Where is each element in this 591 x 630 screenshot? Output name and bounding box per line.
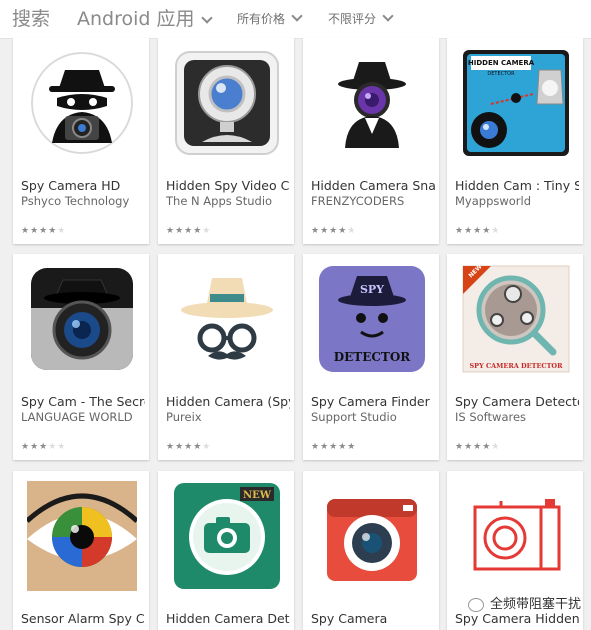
app-title: Spy Cam - The Secret	[21, 394, 145, 409]
app-developer: Myappsworld	[455, 194, 532, 208]
app-card[interactable]: Spy Camera HD Pshyco Technology ★★★★★	[13, 38, 149, 244]
app-title: Spy Camera Hidden	[455, 611, 579, 626]
chevron-down-icon	[291, 10, 303, 22]
app-card[interactable]: Spy Cam - The Secret LANGUAGE WORLD ★★★★…	[13, 254, 149, 460]
app-developer: IS Softwares	[455, 410, 527, 424]
app-title: Hidden Camera Detector	[166, 611, 290, 626]
wechat-logo-icon	[467, 597, 484, 612]
app-developer: Support Studio	[311, 410, 397, 424]
rating-stars: ★★★★★	[21, 442, 67, 452]
app-title: Sensor Alarm Spy Camera	[21, 611, 145, 626]
icon-text: HIDDEN CAMERA	[468, 59, 535, 67]
outline-camera-icon	[461, 481, 571, 591]
rating-stars: ★★★★★	[455, 442, 501, 452]
icon-text: NEW	[243, 490, 272, 501]
spy-cam-icon	[31, 268, 133, 370]
rating-stars: ★★★★★	[311, 442, 357, 452]
app-card[interactable]: Hidden Camera (Spy) Pureix ★★★★★	[158, 254, 294, 460]
price-filter-label: 所有价格	[237, 12, 286, 26]
icon-text: SPY	[360, 283, 384, 296]
watermark: 全频带阻塞干扰	[467, 593, 581, 612]
eye-icon	[27, 481, 137, 591]
app-title: Spy Camera Detector	[455, 394, 579, 409]
chevron-down-icon	[200, 12, 213, 24]
rating-stars: ★★★★★	[166, 226, 212, 236]
price-filter-dropdown[interactable]: 所有价格	[237, 0, 303, 38]
icon-text: SPY CAMERA DETECTOR	[469, 362, 563, 370]
rating-filter-label: 不限评分	[328, 12, 377, 26]
spy-detector-icon: SPY DETECTOR	[319, 266, 425, 372]
watermark-text: 全频带阻塞干扰	[489, 597, 581, 612]
hidden-camera-detector-icon: NEW	[174, 483, 280, 589]
app-card[interactable]: HIDDEN CAMERA DETECTOR Hidden Cam : Tiny…	[447, 38, 583, 244]
hidden-camera-detector-icon: HIDDEN CAMERA DETECTOR	[463, 50, 569, 156]
app-card[interactable]: Hidden Spy Video Camera The N Apps Studi…	[158, 38, 294, 244]
app-card[interactable]: NEW Hidden Camera Detector	[158, 471, 294, 630]
category-label: Android 应用	[77, 8, 195, 30]
spy-agent-icon	[317, 48, 427, 158]
app-title: Hidden Cam : Tiny Spy	[455, 178, 579, 193]
app-developer: FRENZYCODERS	[311, 194, 405, 208]
app-card[interactable]: SPY DETECTOR Spy Camera Finder Support S…	[303, 254, 439, 460]
app-title: Spy Camera Finder	[311, 394, 430, 409]
app-title: Hidden Camera Snap	[311, 178, 435, 193]
app-card[interactable]: Hidden Camera Snap FRENZYCODERS ★★★★★	[303, 38, 439, 244]
rating-stars: ★★★★★	[21, 226, 67, 236]
rating-filter-dropdown[interactable]: 不限评分	[328, 0, 394, 38]
spy-camera-hd-icon	[31, 52, 133, 154]
spy-camera-detector-icon: NEW SPY CAMERA DETECTOR	[462, 264, 570, 373]
hat-glasses-icon	[172, 264, 282, 374]
app-card[interactable]: Spy Camera	[303, 471, 439, 630]
app-title: Spy Camera HD	[21, 178, 121, 193]
icon-text: DETECTOR	[487, 71, 515, 77]
rating-stars: ★★★★★	[455, 226, 501, 236]
red-camera-icon	[317, 481, 427, 591]
webcam-icon	[175, 51, 279, 155]
top-bar: 搜索 Android 应用 所有价格 不限评分	[0, 0, 591, 39]
icon-text: DETECTOR	[334, 350, 412, 364]
app-title: Hidden Spy Video Camera	[166, 178, 290, 193]
app-title: Spy Camera	[311, 611, 388, 626]
search-link[interactable]: 搜索	[12, 0, 50, 38]
app-title: Hidden Camera (Spy)	[166, 394, 290, 409]
app-developer: Pshyco Technology	[21, 194, 130, 208]
category-dropdown[interactable]: Android 应用	[77, 0, 213, 38]
app-developer: LANGUAGE WORLD	[21, 410, 133, 424]
app-card[interactable]: NEW SPY CAMERA DETECTOR Spy Camera Detec…	[447, 254, 583, 460]
app-card[interactable]: Sensor Alarm Spy Camera	[13, 471, 149, 630]
app-developer: The N Apps Studio	[166, 194, 273, 208]
chevron-down-icon	[382, 10, 394, 22]
app-developer: Pureix	[166, 410, 202, 424]
rating-stars: ★★★★★	[311, 226, 357, 236]
rating-stars: ★★★★★	[166, 442, 212, 452]
